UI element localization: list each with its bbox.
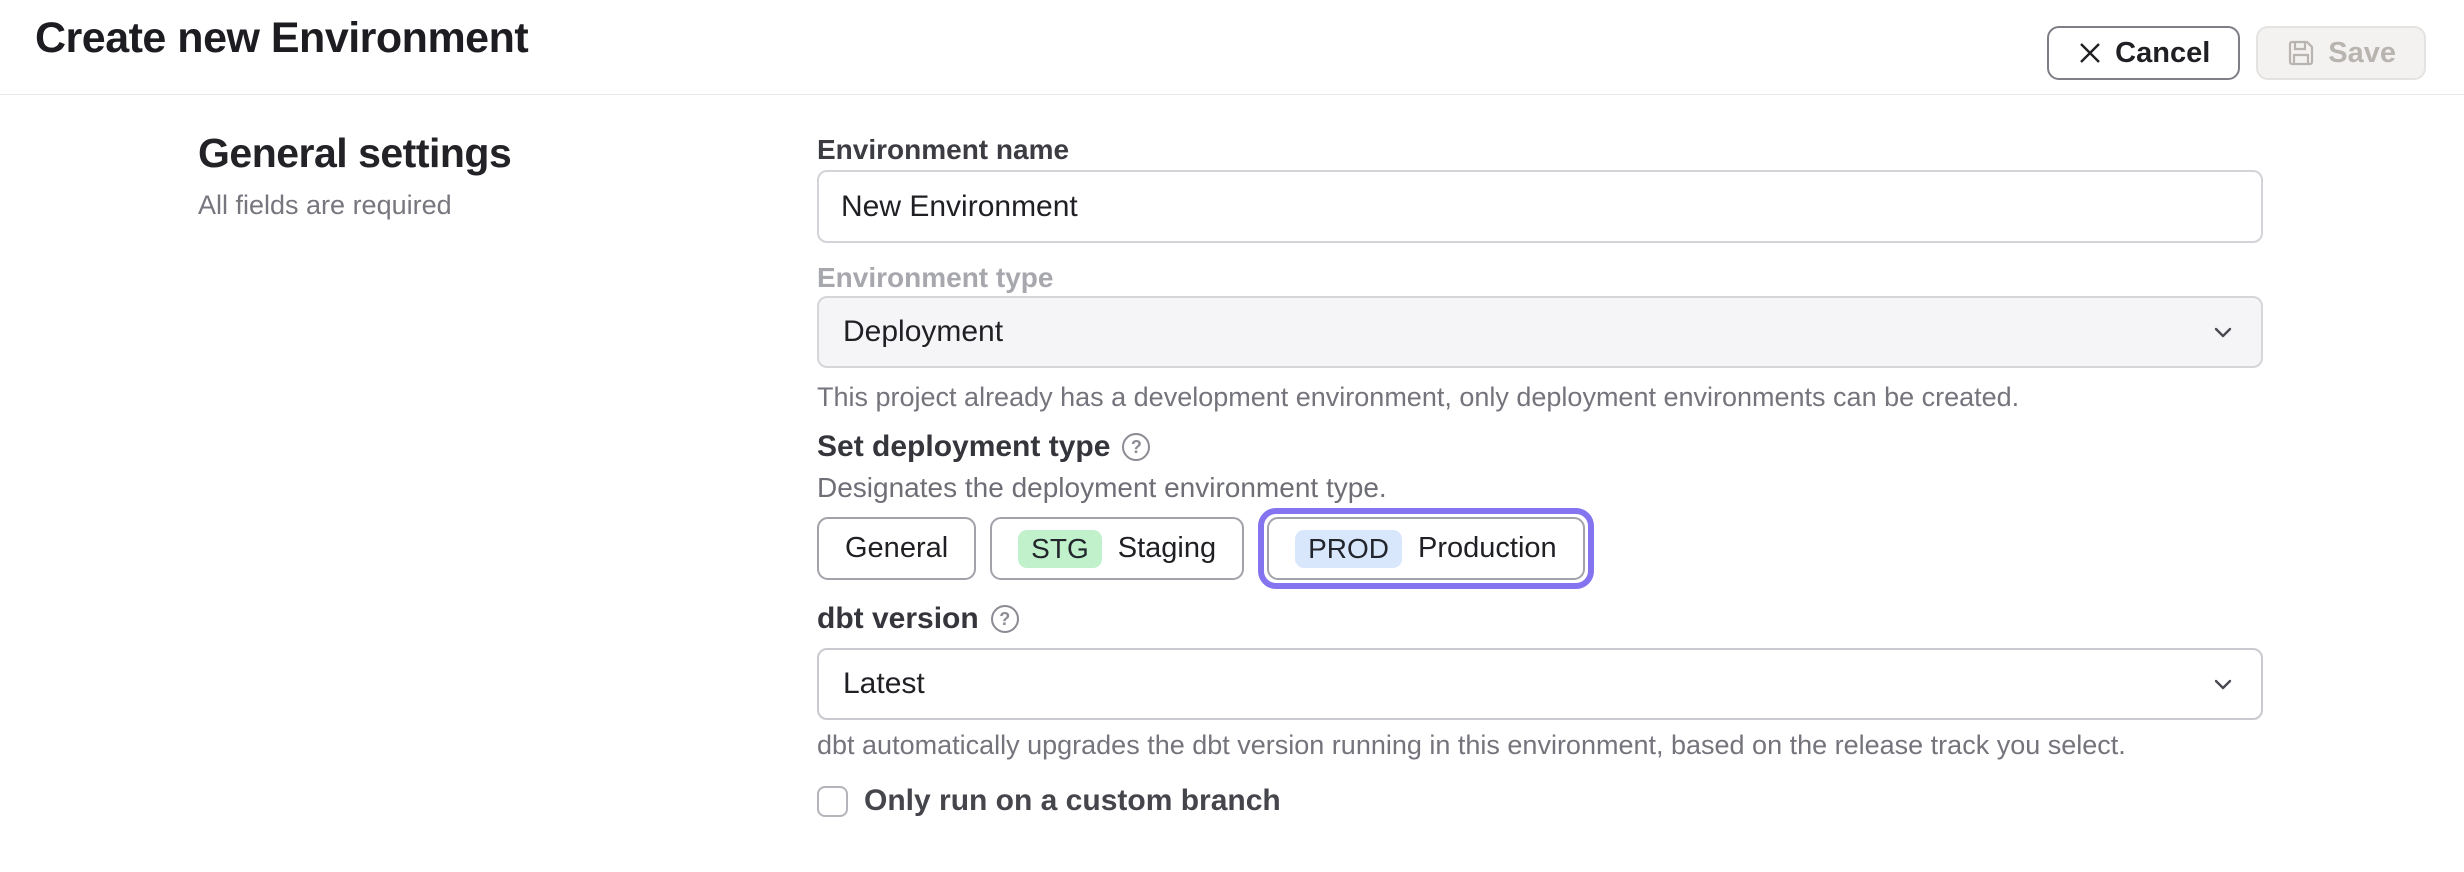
selected-option-ring: PROD Production: [1258, 508, 1594, 589]
deployment-type-option-production[interactable]: PROD Production: [1267, 517, 1585, 580]
save-icon: [2286, 38, 2316, 68]
staging-badge: STG: [1018, 530, 1102, 568]
custom-branch-label[interactable]: Only run on a custom branch: [864, 784, 1281, 818]
deployment-type-description: Designates the deployment environment ty…: [817, 472, 1387, 504]
page-title: Create new Environment: [35, 14, 528, 63]
chevron-down-icon: [2209, 318, 2237, 346]
dbt-version-helper: dbt automatically upgrades the dbt versi…: [817, 730, 2126, 761]
help-icon[interactable]: ?: [991, 605, 1019, 633]
page-header: Create new Environment Cancel Save: [0, 0, 2464, 95]
close-icon: [2077, 40, 2103, 66]
save-button[interactable]: Save: [2256, 26, 2426, 80]
dbt-version-heading-label: dbt version: [817, 602, 979, 636]
cancel-button[interactable]: Cancel: [2047, 26, 2240, 80]
deployment-type-options: General STG Staging PROD Production: [817, 508, 1594, 589]
save-button-label: Save: [2328, 37, 2396, 70]
help-icon[interactable]: ?: [1122, 433, 1150, 461]
environment-type-value: Deployment: [843, 315, 1003, 349]
section-subheading: All fields are required: [198, 190, 452, 221]
environment-type-select[interactable]: Deployment: [817, 296, 2263, 368]
custom-branch-checkbox[interactable]: [817, 786, 848, 817]
custom-branch-row: Only run on a custom branch: [817, 784, 1281, 818]
section-heading: General settings: [198, 130, 511, 177]
option-staging-label: Staging: [1118, 532, 1216, 565]
deployment-type-option-general[interactable]: General: [817, 517, 976, 580]
option-general-label: General: [845, 532, 948, 565]
dbt-version-value: Latest: [843, 667, 925, 701]
create-environment-page: Create new Environment Cancel Save: [0, 0, 2464, 872]
option-production-label: Production: [1418, 532, 1557, 565]
environment-name-label: Environment name: [817, 134, 1069, 166]
cancel-button-label: Cancel: [2115, 37, 2210, 70]
dbt-version-select[interactable]: Latest: [817, 648, 2263, 720]
environment-type-helper: This project already has a development e…: [817, 382, 2019, 413]
production-badge: PROD: [1295, 530, 1402, 568]
environment-name-input[interactable]: [817, 170, 2263, 243]
chevron-down-icon: [2209, 670, 2237, 698]
deployment-type-heading-label: Set deployment type: [817, 430, 1110, 464]
dbt-version-heading: dbt version ?: [817, 602, 1019, 636]
header-actions: Cancel Save: [2047, 26, 2426, 80]
environment-type-label: Environment type: [817, 262, 1053, 294]
deployment-type-option-staging[interactable]: STG Staging: [990, 517, 1244, 580]
deployment-type-heading: Set deployment type ?: [817, 430, 1150, 464]
